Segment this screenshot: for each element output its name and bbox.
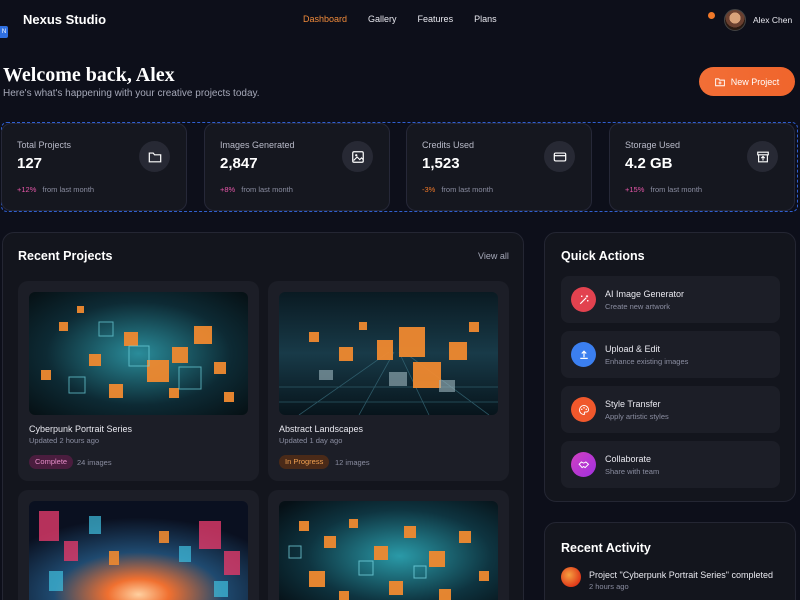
stat-value: 2,847: [220, 155, 258, 172]
project-updated: Updated 1 day ago: [279, 436, 343, 445]
project-thumbnail: [279, 501, 498, 600]
new-folder-icon: [714, 77, 725, 86]
nav-badge: N: [0, 26, 8, 38]
quick-action-title: Style Transfer: [605, 399, 661, 409]
stat-change-note: from last month: [241, 185, 293, 194]
quick-action-subtitle: Share with team: [605, 467, 660, 476]
notification-dot[interactable]: [708, 12, 715, 19]
folder-icon: [139, 141, 170, 172]
project-thumbnail: [29, 292, 248, 415]
quick-action-subtitle: Apply artistic styles: [605, 412, 669, 421]
stat-change: -3% from last month: [422, 185, 493, 194]
nav-item-plans[interactable]: Plans: [474, 14, 497, 24]
stat-change-note: from last month: [42, 185, 95, 194]
quick-action-title: Collaborate: [605, 454, 652, 464]
nav-item-features[interactable]: Features: [418, 14, 454, 24]
view-all-link[interactable]: View all: [478, 251, 509, 261]
stat-change-value: +15%: [625, 185, 645, 194]
activity-thumbnail: [561, 567, 581, 587]
magic-wand-icon: [571, 287, 596, 312]
stat-change-note: from last month: [650, 185, 703, 194]
activity-time: 2 hours ago: [589, 582, 629, 591]
page-title: Welcome back, Alex: [3, 64, 175, 86]
status-badge: Complete: [29, 455, 74, 469]
stat-value: 127: [17, 155, 43, 172]
quick-action-title: Upload & Edit: [605, 344, 661, 354]
quick-action-ai-image-generator[interactable]: AI Image Generator Create new artwork: [561, 276, 780, 323]
image-count: 12 images: [335, 458, 370, 467]
status-badge: In Progress: [279, 455, 330, 469]
stat-change-value: +8%: [220, 185, 236, 194]
user-name[interactable]: Alex Chen: [753, 15, 792, 25]
stat-label: Credits Used: [422, 140, 475, 150]
recent-projects-title: Recent Projects: [18, 249, 113, 263]
stat-card-storage-used[interactable]: Storage Used 4.2 GB +15% from last month: [609, 123, 795, 211]
image-icon: [342, 141, 373, 172]
stat-label: Images Generated: [220, 140, 295, 150]
quick-action-upload-edit[interactable]: Upload & Edit Enhance existing images: [561, 331, 780, 378]
quick-action-subtitle: Create new artwork: [605, 302, 671, 311]
project-card-4[interactable]: [268, 490, 509, 600]
quick-action-subtitle: Enhance existing images: [605, 357, 689, 366]
new-project-label: New Project: [730, 76, 780, 87]
nav-item-gallery[interactable]: Gallery: [368, 14, 397, 24]
project-thumbnail: [279, 292, 498, 415]
stat-change: +15% from last month: [625, 185, 702, 194]
project-thumbnail: [29, 501, 248, 600]
project-title: Cyberpunk Portrait Series: [29, 424, 133, 434]
quick-action-style-transfer[interactable]: Style Transfer Apply artistic styles: [561, 386, 780, 433]
nav-menu: Dashboard Gallery Features Plans: [303, 14, 497, 24]
image-count: 24 images: [77, 458, 112, 467]
upload-icon: [571, 342, 596, 367]
stat-label: Storage Used: [625, 140, 681, 150]
project-card-cyberpunk[interactable]: Cyberpunk Portrait Series Updated 2 hour…: [18, 281, 259, 481]
recent-activity-title: Recent Activity: [561, 541, 651, 555]
stat-label: Total Projects: [17, 140, 72, 150]
new-project-button[interactable]: New Project: [699, 67, 795, 96]
project-card-abstract-landscapes[interactable]: Abstract Landscapes Updated 1 day ago In…: [268, 281, 509, 481]
stat-change-note: from last month: [441, 185, 494, 194]
stat-change-value: -3%: [422, 185, 436, 194]
palette-icon: [571, 397, 596, 422]
handshake-icon: [571, 452, 596, 477]
quick-actions-title: Quick Actions: [561, 249, 645, 263]
stat-value: 1,523: [422, 155, 460, 172]
stat-card-images-generated[interactable]: Images Generated 2,847 +8% from last mont…: [204, 123, 390, 211]
project-title: Abstract Landscapes: [279, 424, 364, 434]
stat-change-value: +12%: [17, 185, 37, 194]
page-subtitle: Here's what's happening with your creati…: [3, 88, 260, 99]
stat-change: +12% from last month: [17, 185, 94, 194]
stat-value: 4.2 GB: [625, 155, 673, 172]
quick-action-title: AI Image Generator: [605, 289, 685, 299]
quick-action-collaborate[interactable]: Collaborate Share with team: [561, 441, 780, 488]
recent-activity-panel: [544, 522, 796, 600]
project-card-3[interactable]: [18, 490, 259, 600]
top-nav: N Nexus Studio Dashboard Gallery Feature…: [0, 0, 800, 40]
brand-logo[interactable]: Nexus Studio: [23, 12, 106, 27]
storage-icon: [747, 141, 778, 172]
credit-card-icon: [544, 141, 575, 172]
stat-card-total-projects[interactable]: Total Projects 127 +12% from last month: [1, 123, 187, 211]
stat-change: +8% from last month: [220, 185, 293, 194]
activity-text[interactable]: Project "Cyberpunk Portrait Series" comp…: [589, 570, 773, 580]
project-updated: Updated 2 hours ago: [29, 436, 100, 445]
avatar[interactable]: [724, 9, 746, 31]
nav-item-dashboard[interactable]: Dashboard: [303, 14, 347, 24]
stat-card-credits-used[interactable]: Credits Used 1,523 -3% from last month: [406, 123, 592, 211]
